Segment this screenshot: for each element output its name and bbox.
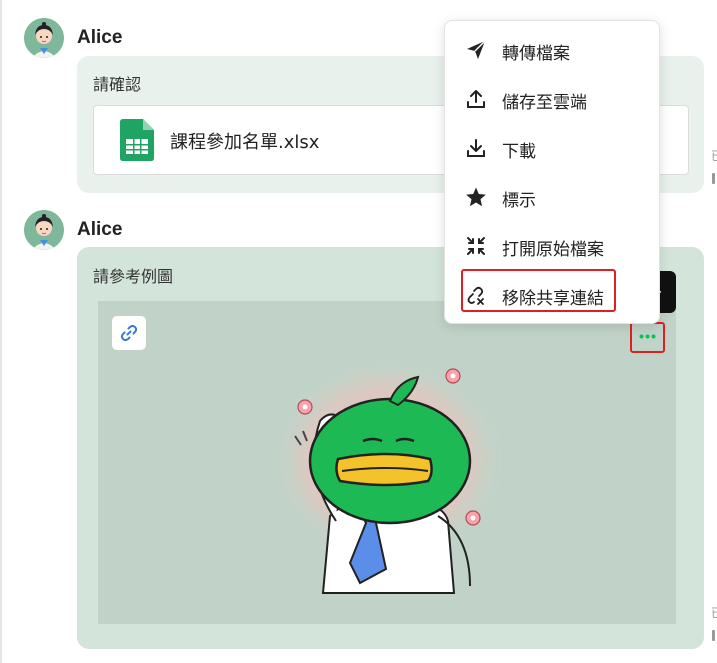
highlight-box <box>461 269 616 312</box>
menu-item-open-original[interactable]: 打開原始檔案 <box>445 221 659 269</box>
avatar-icon <box>24 18 64 58</box>
menu-item-mark[interactable]: 標示 <box>445 172 659 220</box>
send-icon <box>467 40 486 59</box>
menu-item-save-cloud[interactable]: 儲存至雲端 <box>445 74 659 122</box>
message-text: 請確認 <box>93 75 142 94</box>
spreadsheet-icon <box>120 119 154 161</box>
image-attachment[interactable] <box>98 301 676 624</box>
link-icon <box>120 324 138 342</box>
menu-item-label: 儲存至雲端 <box>502 93 587 113</box>
download-icon <box>467 139 485 157</box>
menu-item-label: 打開原始檔案 <box>502 240 604 260</box>
more-dots-icon <box>639 334 656 339</box>
timestamp-clipped <box>712 173 715 184</box>
timestamp-clipped <box>712 630 715 641</box>
upload-icon <box>467 90 485 108</box>
avatar[interactable] <box>24 210 64 250</box>
read-status-clipped: 已 <box>711 604 717 621</box>
star-icon <box>466 187 486 207</box>
more-button[interactable] <box>630 322 665 353</box>
left-divider <box>0 0 2 663</box>
file-name: 課程參加名單.xlsx <box>170 132 320 153</box>
message-text: 請參考例圖 <box>93 267 174 286</box>
read-status-clipped: 已 <box>711 147 717 164</box>
share-link-button[interactable] <box>112 316 146 350</box>
sticker-image <box>270 356 506 594</box>
menu-item-label: 轉傳檔案 <box>502 44 570 64</box>
collapse-icon <box>467 237 485 255</box>
sender-name: Alice <box>77 219 123 240</box>
sender-name: Alice <box>77 27 123 48</box>
menu-item-label: 下載 <box>502 142 536 162</box>
avatar[interactable] <box>24 18 64 58</box>
menu-item-download[interactable]: 下載 <box>445 123 659 171</box>
menu-item-forward[interactable]: 轉傳檔案 <box>445 25 659 73</box>
menu-item-label: 標示 <box>502 191 536 211</box>
avatar-icon <box>24 210 64 250</box>
